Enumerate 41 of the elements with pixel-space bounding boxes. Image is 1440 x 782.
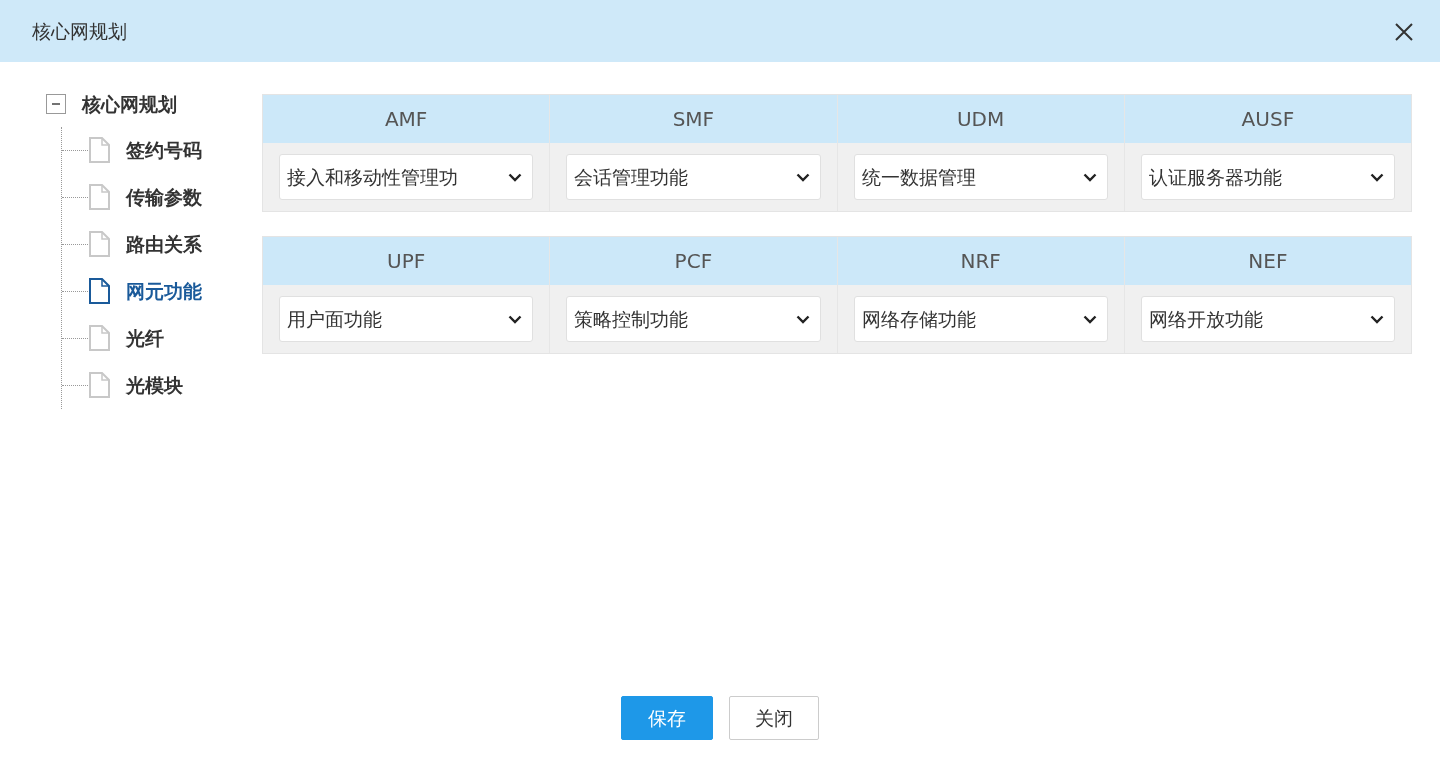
close-icon <box>1394 21 1414 42</box>
column-header: NRF <box>837 237 1124 285</box>
tree-item[interactable]: 路由关系 <box>126 229 202 259</box>
caret-icon <box>1370 172 1384 182</box>
caret-icon <box>508 172 523 182</box>
caret-icon <box>795 314 810 324</box>
collapse-icon[interactable] <box>46 94 66 115</box>
column-header: UPF <box>263 237 550 285</box>
select-field[interactable]: 统一数据管理 <box>853 154 1108 200</box>
file-icon <box>88 372 110 398</box>
select-field[interactable]: 策略控制功能 <box>566 296 821 342</box>
tree-item[interactable]: 光纤 <box>126 323 164 353</box>
close-button[interactable]: 关闭 <box>729 696 819 740</box>
tree-item[interactable]: 核心网规划 <box>82 90 177 119</box>
select-field[interactable]: 网络开放功能 <box>1140 296 1395 342</box>
tree-item[interactable]: 签约号码 <box>126 135 202 165</box>
window-title: 核心网规划 <box>32 18 127 44</box>
select-field[interactable]: 网络存储功能 <box>853 296 1108 342</box>
file-icon <box>88 184 110 210</box>
column-header: AUSF <box>1124 95 1411 143</box>
column-header: NEF <box>1124 237 1411 285</box>
caret-icon <box>1082 314 1097 324</box>
file-icon <box>88 325 110 351</box>
tree-item[interactable]: 网元功能 <box>126 276 202 306</box>
tree-item[interactable]: 光模块 <box>126 370 183 400</box>
caret-icon <box>1370 314 1384 324</box>
column-header: UDM <box>837 95 1124 143</box>
file-icon <box>88 231 110 257</box>
caret-icon <box>508 314 523 324</box>
select-field[interactable]: 认证服务器功能 <box>1140 154 1395 200</box>
column-header: AMF <box>263 95 550 143</box>
select-field[interactable]: 用户面功能 <box>279 296 534 342</box>
caret-icon <box>1082 172 1097 182</box>
column-header: SMF <box>550 95 837 143</box>
select-field[interactable]: 接入和移动性管理功 <box>279 154 534 200</box>
select-field[interactable]: 会话管理功能 <box>566 154 821 200</box>
caret-icon <box>795 172 810 182</box>
file-icon <box>88 278 110 304</box>
column-header: PCF <box>550 237 837 285</box>
tree-item[interactable]: 传输参数 <box>126 182 202 212</box>
file-icon <box>88 137 110 163</box>
